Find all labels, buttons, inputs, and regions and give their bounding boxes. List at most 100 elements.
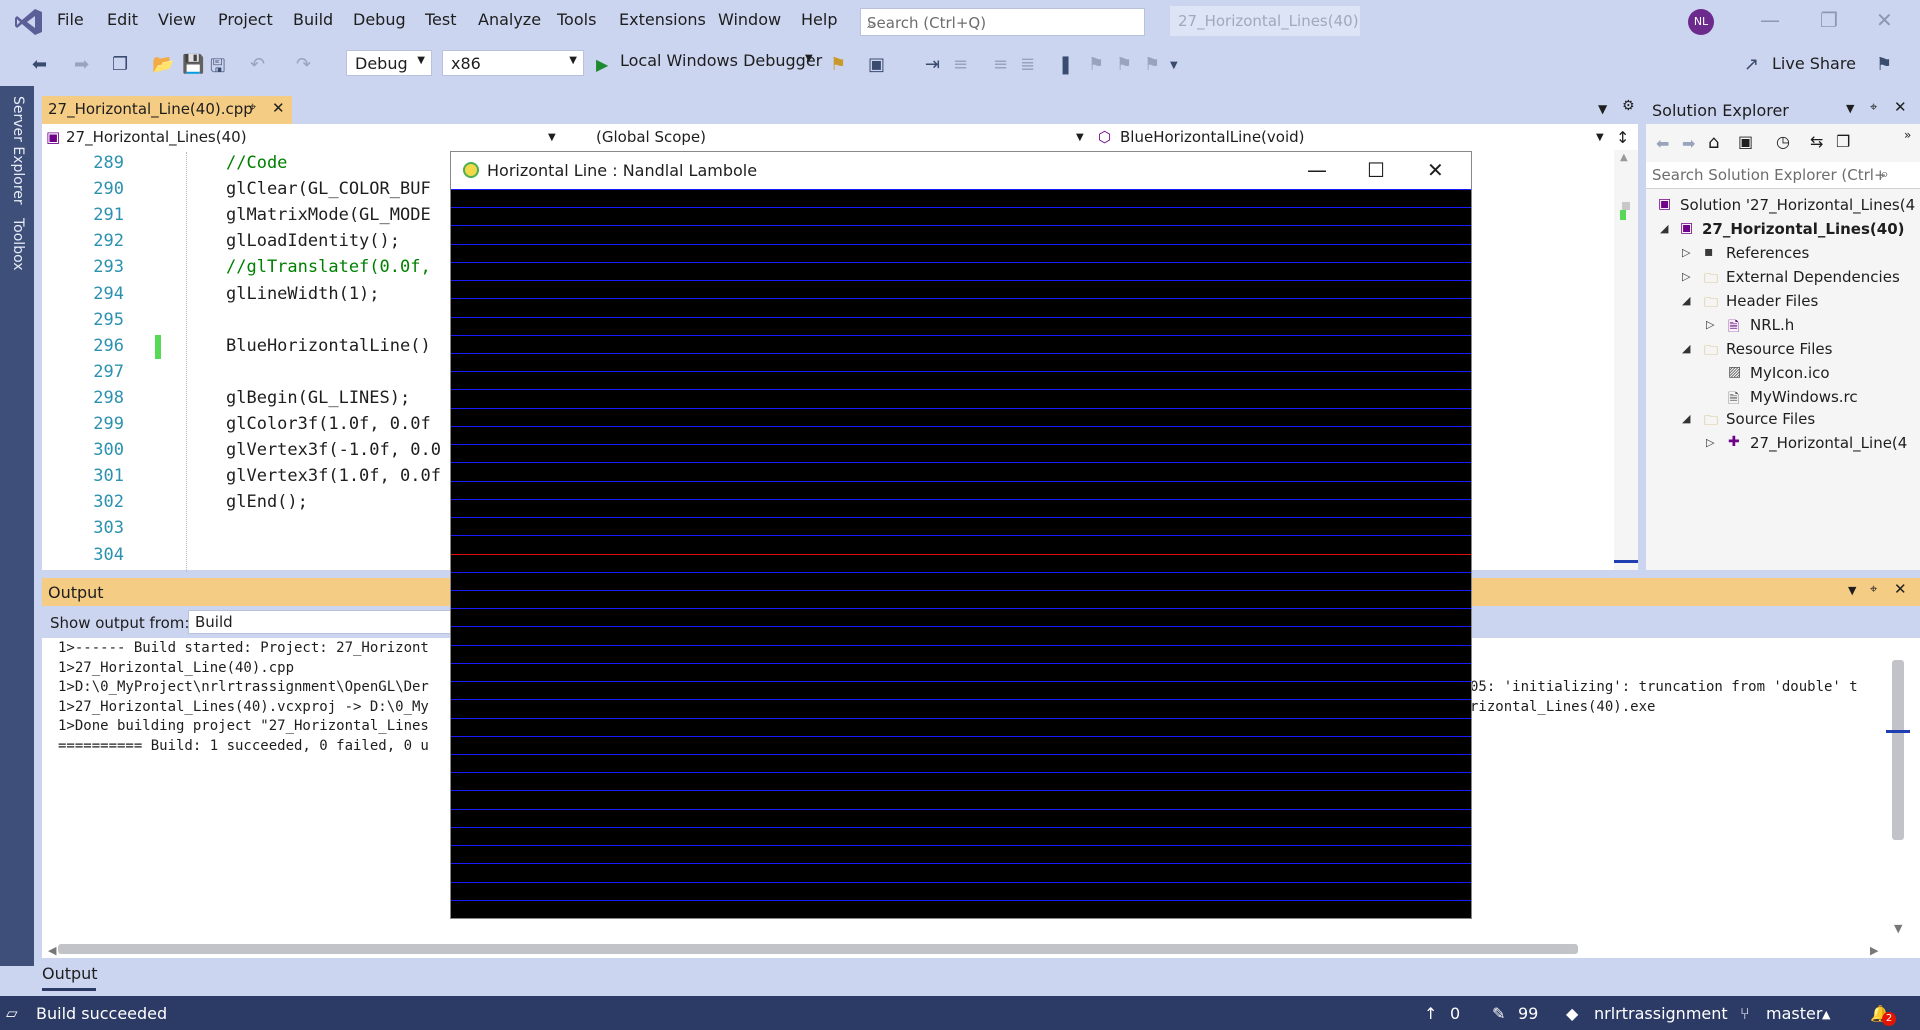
menu-build[interactable]: Build [293, 10, 333, 29]
chevron-up-icon[interactable]: ▲ [1822, 1008, 1830, 1021]
output-horizontal-scrollbar[interactable] [58, 944, 1578, 954]
start-debug-icon[interactable]: ▶ [596, 55, 608, 74]
hot-reload-icon[interactable]: ⚑ [830, 54, 846, 75]
step-icon[interactable]: ⇥ [925, 54, 940, 75]
menu-project[interactable]: Project [218, 10, 273, 29]
live-share-icon[interactable]: ↗ [1744, 54, 1759, 75]
collapse-all-icon[interactable]: ❐ [1836, 132, 1850, 151]
back-icon[interactable]: ⬅ [1656, 134, 1669, 153]
next-bookmark-icon[interactable]: ⚑ [1116, 54, 1132, 75]
avatar[interactable]: NL [1688, 9, 1714, 35]
gl-window-titlebar[interactable]: Horizontal Line : Nandlal Lambole — ☐ ✕ [451, 152, 1471, 188]
menu-view[interactable]: View [158, 10, 196, 29]
visual-studio-logo-icon[interactable] [14, 7, 44, 37]
menu-file[interactable]: File [57, 10, 84, 29]
output-vertical-scrollbar[interactable] [1892, 660, 1904, 840]
expanded-icon[interactable]: ◢ [1682, 412, 1690, 425]
scroll-right-icon[interactable]: ▶ [1870, 944, 1878, 957]
prev-bookmark-icon[interactable]: ⚑ [1088, 54, 1104, 75]
platform-dropdown[interactable]: x86 ▼ [442, 50, 584, 76]
overflow-icon[interactable]: » [1904, 128, 1911, 142]
open-folder-icon[interactable]: 📂 [152, 54, 174, 75]
solution-explorer-search-input[interactable]: Search Solution Explorer (Ctrl+ ⌕ [1646, 162, 1920, 189]
nav-project-dropdown[interactable]: 27_Horizontal_Lines(40) [66, 128, 247, 146]
chevron-down-icon[interactable]: ▼ [1846, 102, 1854, 115]
save-all-icon[interactable]: 🖫 [210, 54, 225, 84]
menu-extensions[interactable]: Extensions [619, 10, 706, 29]
chevron-down-icon[interactable]: ▼ [1076, 132, 1084, 143]
configuration-dropdown[interactable]: Debug ▼ [346, 50, 432, 76]
collapsed-icon[interactable]: ▷ [1682, 270, 1690, 283]
restore-icon[interactable]: ❐ [1820, 8, 1838, 32]
uncomment-icon[interactable]: ≣ [1020, 54, 1035, 75]
switch-views-icon[interactable]: ▣ [1738, 132, 1753, 151]
chevron-down-icon[interactable]: ▼ [548, 132, 556, 143]
scroll-thumb[interactable] [1622, 202, 1630, 210]
scroll-up-icon[interactable]: ▲ [1620, 152, 1628, 163]
tree-solution[interactable]: Solution '27_Horizontal_Lines(4 [1680, 196, 1915, 214]
search-input[interactable]: Search (Ctrl+Q) ⌕ [860, 8, 1145, 36]
tree-source-files[interactable]: Source Files [1726, 410, 1815, 428]
branch-icon[interactable]: ⑂ [1740, 1004, 1750, 1023]
clear-bookmark-icon[interactable]: ⚑ [1144, 54, 1160, 75]
chevron-down-icon[interactable]: ▼ [1596, 132, 1604, 143]
minimize-icon[interactable]: — [1760, 8, 1780, 32]
menu-help[interactable]: Help [801, 10, 837, 29]
expanded-icon[interactable]: ◢ [1682, 294, 1690, 307]
live-share-button[interactable]: Live Share [1772, 54, 1856, 73]
tree-mywindows-rc[interactable]: MyWindows.rc [1750, 388, 1858, 406]
scroll-left-icon[interactable]: ◀ [48, 944, 56, 957]
nav-scope-dropdown[interactable]: (Global Scope) [596, 128, 706, 146]
tree-project[interactable]: 27_Horizontal_Lines(40) [1702, 220, 1905, 238]
menu-edit[interactable]: Edit [107, 10, 138, 29]
tab-document[interactable]: 27_Horizontal_Line(40).cpp ⌖ ✕ [42, 96, 292, 124]
repo-icon[interactable]: ◆ [1566, 1004, 1578, 1023]
tree-resource-files[interactable]: Resource Files [1726, 340, 1832, 358]
chevron-down-icon[interactable]: ▼ [805, 53, 813, 64]
close-icon[interactable]: ✕ [1427, 158, 1444, 182]
repository-name[interactable]: nrlrtrassignment [1594, 1004, 1728, 1023]
menu-analyze[interactable]: Analyze [478, 10, 541, 29]
save-icon[interactable]: 💾 [182, 54, 204, 75]
screenshot-icon[interactable]: ▣ [868, 54, 885, 75]
sync-icon[interactable]: ⇆ [1810, 132, 1823, 151]
close-icon[interactable]: ✕ [1894, 580, 1907, 598]
new-project-icon[interactable]: ❐ [112, 54, 128, 75]
toolbox-tab[interactable]: Toolbox [10, 218, 26, 271]
bookmark-icon[interactable]: ❚ [1058, 54, 1073, 75]
back-icon[interactable]: ⬅ [32, 54, 47, 75]
comment-icon[interactable]: ≡ [993, 54, 1008, 75]
gl-render-canvas[interactable] [451, 189, 1471, 919]
push-count[interactable]: 0 [1450, 1004, 1460, 1023]
tree-header-files[interactable]: Header Files [1726, 292, 1818, 310]
server-explorer-tab[interactable]: Server Explorer [10, 96, 26, 205]
undo-icon[interactable]: ↶ [250, 54, 265, 75]
menu-debug[interactable]: Debug [353, 10, 406, 29]
home-icon[interactable]: ⌂ [1708, 132, 1719, 153]
tree-myicon-ico[interactable]: MyIcon.ico [1750, 364, 1830, 382]
tree-nrl-h[interactable]: NRL.h [1750, 316, 1794, 334]
collapsed-icon[interactable]: ▷ [1706, 436, 1714, 449]
branch-name[interactable]: master [1766, 1004, 1822, 1023]
menu-test[interactable]: Test [425, 10, 457, 29]
maximize-icon[interactable]: ☐ [1367, 158, 1385, 182]
collapsed-icon[interactable]: ▷ [1706, 318, 1714, 331]
layout-icon[interactable]: ≡ [953, 54, 968, 75]
tab-overflow-icon[interactable]: ▼ [1598, 102, 1607, 116]
split-icon[interactable]: ↕ [1616, 128, 1629, 147]
tree-cpp-file[interactable]: 27_Horizontal_Line(4 [1750, 434, 1907, 452]
editor-scrollbar[interactable]: ▲ [1614, 150, 1638, 570]
nav-member-dropdown[interactable]: BlueHorizontalLine(void) [1120, 128, 1305, 146]
chevron-down-icon[interactable]: ▼ [1848, 584, 1856, 597]
close-tab-icon[interactable]: ✕ [272, 99, 285, 117]
tree-references[interactable]: References [1726, 244, 1809, 262]
expanded-icon[interactable]: ◢ [1682, 342, 1690, 355]
minimize-icon[interactable]: — [1307, 158, 1327, 182]
collapsed-icon[interactable]: ▷ [1682, 246, 1690, 259]
pin-icon[interactable]: ⌖ [249, 100, 256, 115]
menu-tools[interactable]: Tools [557, 10, 596, 29]
push-icon[interactable]: ↑ [1424, 1004, 1437, 1023]
start-debugger-button[interactable]: Local Windows Debugger [620, 51, 822, 70]
close-icon[interactable]: ✕ [1876, 8, 1893, 32]
pending-changes-icon[interactable]: ◷ [1776, 132, 1790, 151]
